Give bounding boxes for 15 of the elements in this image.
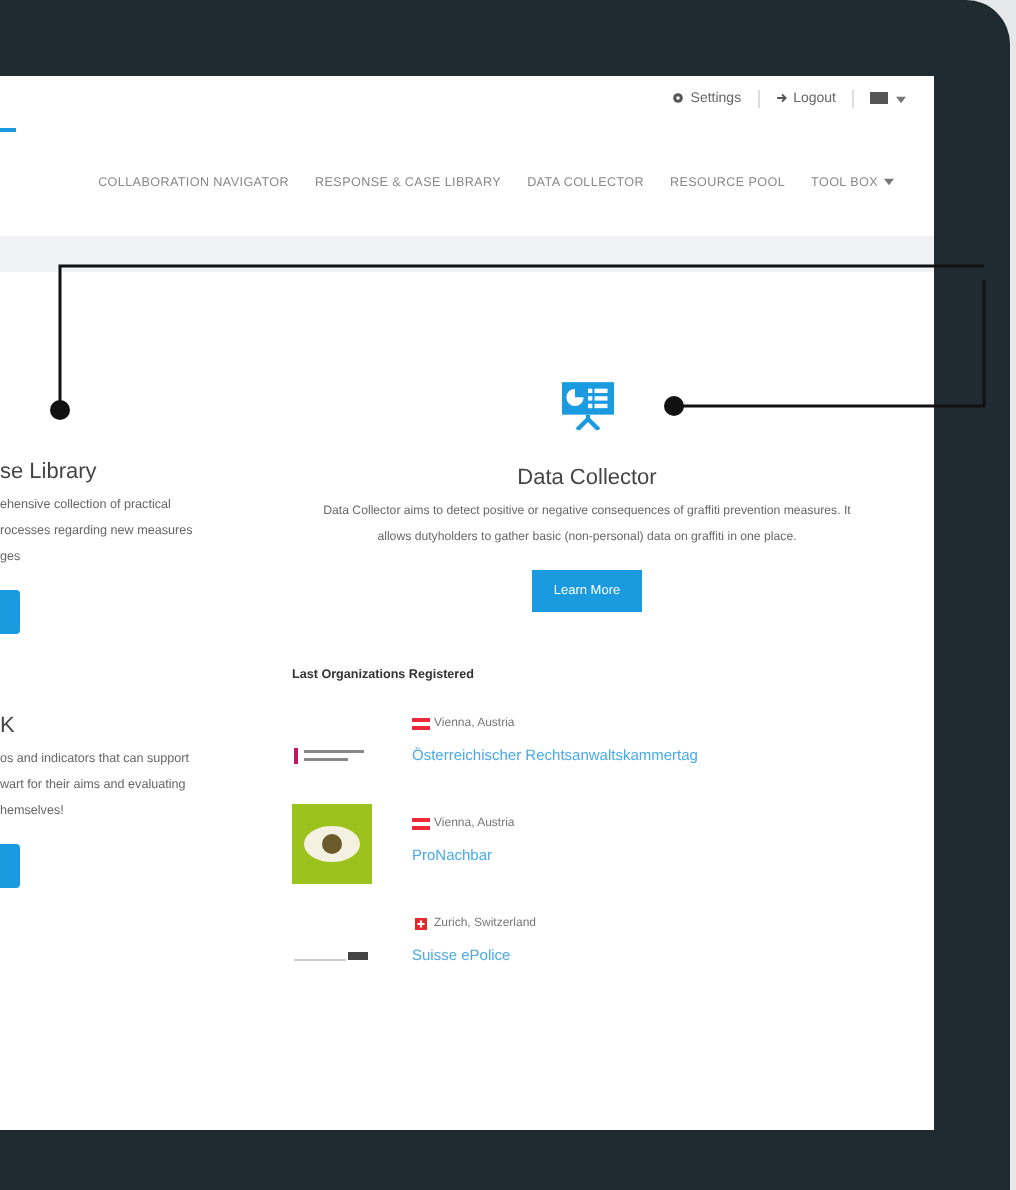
- flag-icon: [412, 917, 430, 929]
- flag-icon: [412, 717, 430, 729]
- card-title: Data Collector: [517, 466, 657, 490]
- presentation-board-icon: [561, 382, 613, 430]
- caret-icon: [884, 178, 894, 186]
- language-dropdown[interactable]: [870, 92, 906, 104]
- logout-icon: [775, 92, 788, 104]
- learn-more-button[interactable]: [0, 590, 20, 634]
- flag-icon: [412, 817, 430, 829]
- card-title: K: [0, 714, 15, 738]
- learn-more-button[interactable]: [0, 844, 20, 888]
- organization-logo: [292, 804, 372, 884]
- gear-icon: [672, 92, 685, 104]
- card-title: se Library: [0, 460, 97, 484]
- caret-icon: [896, 95, 906, 103]
